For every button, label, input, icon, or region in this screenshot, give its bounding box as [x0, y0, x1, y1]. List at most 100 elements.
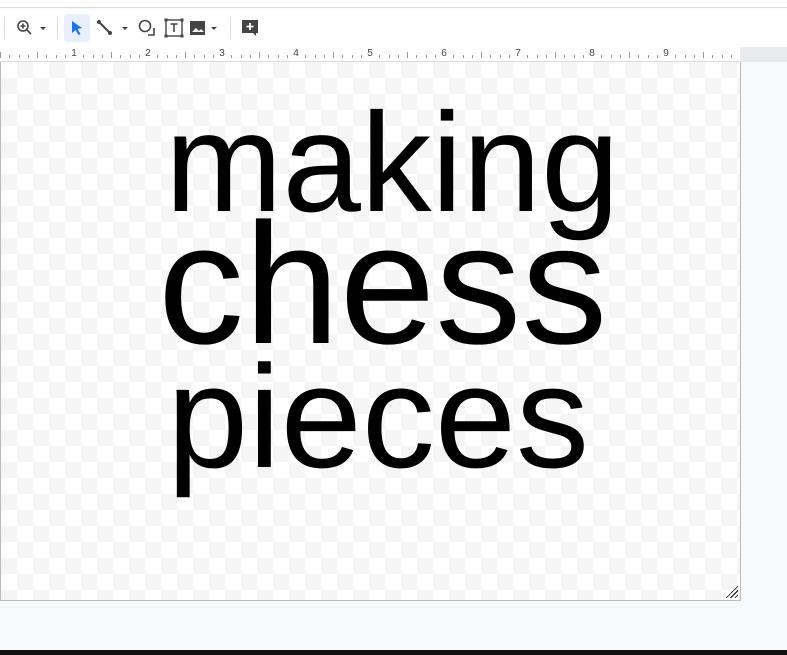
ruler-tick	[508, 55, 510, 58]
ruler-tick	[111, 52, 112, 58]
ruler-tick	[360, 55, 362, 58]
zoom-button[interactable]	[11, 14, 51, 42]
resize-handle[interactable]	[724, 584, 738, 598]
shape-button[interactable]	[134, 14, 160, 42]
ruler-tick	[342, 55, 344, 58]
ruler-tick	[9, 55, 11, 58]
ruler-tick	[703, 52, 704, 58]
ruler-number: 6	[441, 48, 447, 59]
ruler-tick	[351, 55, 353, 58]
divider	[4, 17, 5, 39]
line-icon	[97, 20, 128, 35]
ruler-tick	[240, 55, 242, 58]
ruler-number: 9	[663, 48, 669, 59]
drawing-canvas[interactable]: making chess pieces	[0, 62, 741, 601]
ruler-tick	[675, 55, 677, 58]
ruler-tick	[527, 55, 529, 58]
ruler-tick	[721, 55, 723, 58]
ruler-tick	[712, 55, 714, 58]
ruler-tick	[129, 55, 131, 58]
ruler-tick	[499, 55, 501, 58]
ruler-tick	[619, 55, 621, 58]
ruler-tick	[656, 55, 658, 58]
ruler-tick	[573, 55, 575, 58]
textbox-icon	[164, 18, 184, 38]
ruler-tick	[314, 55, 316, 58]
ruler-tick	[101, 55, 103, 58]
ruler-tick	[166, 55, 168, 58]
ruler-tick	[638, 55, 640, 58]
textbox-button[interactable]	[160, 14, 188, 42]
ruler-tick	[268, 55, 270, 58]
horizontal-ruler[interactable]: 1 2 3 4 5 6 7 8 9	[0, 47, 740, 62]
ruler-tick	[203, 55, 205, 58]
ruler-tick	[536, 55, 538, 58]
ruler-tick	[138, 55, 140, 58]
ruler-tick	[647, 55, 649, 58]
text-pieces[interactable]: pieces	[167, 344, 589, 490]
ruler-tick	[18, 55, 20, 58]
ruler-tick	[490, 55, 492, 58]
ruler-tick	[416, 55, 418, 58]
image-icon	[190, 21, 217, 35]
ruler-number: 7	[515, 48, 521, 59]
ruler-number: 3	[219, 48, 225, 59]
ruler-tick	[37, 52, 38, 58]
ruler-tick	[545, 55, 547, 58]
ruler-tick	[333, 52, 334, 58]
ruler-number: 5	[367, 48, 373, 59]
ruler-tick	[693, 55, 695, 58]
shape-icon	[138, 19, 155, 36]
ruler-tick	[231, 55, 233, 58]
ruler-tick	[92, 55, 94, 58]
pointer-icon	[72, 21, 82, 35]
ruler-tick	[601, 55, 603, 58]
ruler-tick	[305, 55, 307, 58]
ruler-tick	[277, 55, 279, 58]
ruler-tick	[55, 55, 57, 58]
divider	[230, 17, 231, 39]
top-bar	[0, 0, 787, 8]
add-comment-icon	[242, 20, 258, 36]
ruler-tick	[120, 55, 122, 58]
ruler-tick	[175, 55, 177, 58]
select-button[interactable]	[64, 14, 90, 42]
ruler-tick	[555, 52, 556, 58]
ruler-tick	[610, 55, 612, 58]
ruler-tick	[83, 55, 85, 58]
ruler-number: 2	[145, 48, 151, 59]
ruler-tick	[64, 55, 66, 58]
ruler-tick	[407, 52, 408, 58]
ruler-tick	[0, 52, 1, 58]
ruler-tick	[684, 55, 686, 58]
ruler-tick	[582, 55, 584, 58]
ruler-number: 4	[293, 48, 299, 59]
ruler-tick	[434, 55, 436, 58]
ruler-tick	[379, 55, 381, 58]
ruler-tick	[388, 55, 390, 58]
ruler-tick	[212, 55, 214, 58]
add-comment-button[interactable]	[237, 14, 263, 42]
ruler-tick	[453, 55, 455, 58]
ruler-tick	[185, 52, 186, 58]
ruler-tick	[46, 55, 48, 58]
ruler-tick	[629, 52, 630, 58]
ruler-tick	[157, 55, 159, 58]
ruler-tick	[425, 55, 427, 58]
ruler-tick	[481, 52, 482, 58]
ruler-tick	[259, 52, 260, 58]
ruler-tick	[194, 55, 196, 58]
ruler-tick	[462, 55, 464, 58]
ruler-margin	[740, 47, 787, 62]
ruler-tick	[323, 55, 325, 58]
zoom-icon	[17, 20, 46, 35]
chevron-down-icon	[40, 27, 46, 30]
line-button[interactable]	[94, 14, 134, 42]
ruler-tick	[249, 55, 251, 58]
toolbar	[0, 9, 787, 47]
ruler-tick	[27, 55, 29, 58]
image-button[interactable]	[188, 14, 224, 42]
ruler-tick	[397, 55, 399, 58]
divider	[57, 17, 58, 39]
ruler-tick	[286, 55, 288, 58]
